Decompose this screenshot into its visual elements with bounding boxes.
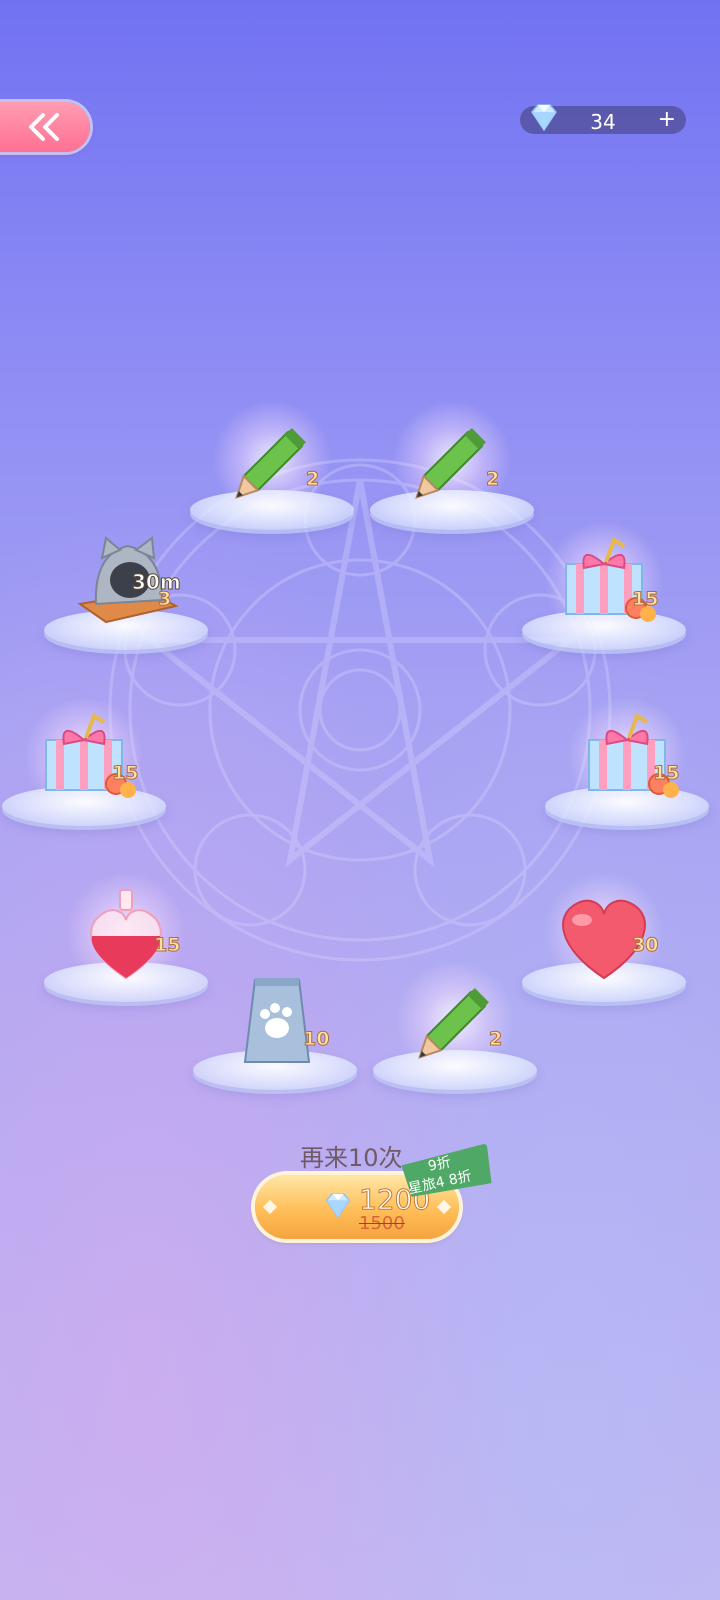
diamond-icon bbox=[325, 1193, 351, 1219]
pencil-icon bbox=[235, 428, 306, 499]
pencil-icon bbox=[418, 988, 489, 1059]
reward-quantity: 3 bbox=[157, 588, 172, 611]
reward-slot-heart: 30 bbox=[522, 872, 686, 1002]
gift-box-icon bbox=[565, 537, 656, 622]
reward-quantity: 30 bbox=[631, 934, 659, 957]
reward-slot-gift-2: 15 bbox=[2, 696, 166, 826]
reward-quantity: 10 bbox=[302, 1028, 330, 1051]
paw-food-bag-icon bbox=[243, 978, 311, 1063]
gift-box-icon bbox=[45, 713, 136, 798]
reward-quantity: 15 bbox=[652, 762, 680, 785]
add-diamonds-button[interactable]: + bbox=[658, 107, 676, 132]
double-chevron-left-icon bbox=[29, 113, 59, 141]
reward-slot-pencil-2: 2 bbox=[370, 400, 534, 530]
reward-duration: 30m bbox=[132, 570, 182, 595]
reward-slot-cat-bed: 30m 3 bbox=[44, 530, 208, 650]
reward-slot-pencil-1: 2 bbox=[190, 400, 354, 530]
discount-badge: 9折 星旅4 8折 bbox=[400, 1139, 496, 1206]
reward-quantity: 2 bbox=[305, 468, 320, 491]
reward-slot-pencil-3: 2 bbox=[373, 960, 537, 1090]
draw-again-label: 再来10次 bbox=[300, 1144, 403, 1172]
reward-quantity: 15 bbox=[631, 588, 659, 611]
reward-quantity: 2 bbox=[488, 1028, 503, 1051]
back-button[interactable] bbox=[0, 102, 90, 152]
reward-slot-gift-3: 15 bbox=[545, 696, 709, 826]
reward-slot-potion: 15 bbox=[44, 872, 208, 1002]
original-price: 1500 bbox=[359, 1213, 405, 1234]
diamond-balance: 34 + bbox=[520, 104, 686, 134]
reward-quantity: 15 bbox=[111, 762, 139, 785]
reward-slot-gift-1: 15 bbox=[522, 520, 686, 650]
pencil-icon bbox=[415, 428, 486, 499]
gift-box-icon bbox=[588, 713, 679, 798]
reward-quantity: 15 bbox=[153, 934, 181, 957]
reward-quantity: 2 bbox=[485, 468, 500, 491]
reward-slot-food-bag: 10 bbox=[193, 970, 357, 1090]
